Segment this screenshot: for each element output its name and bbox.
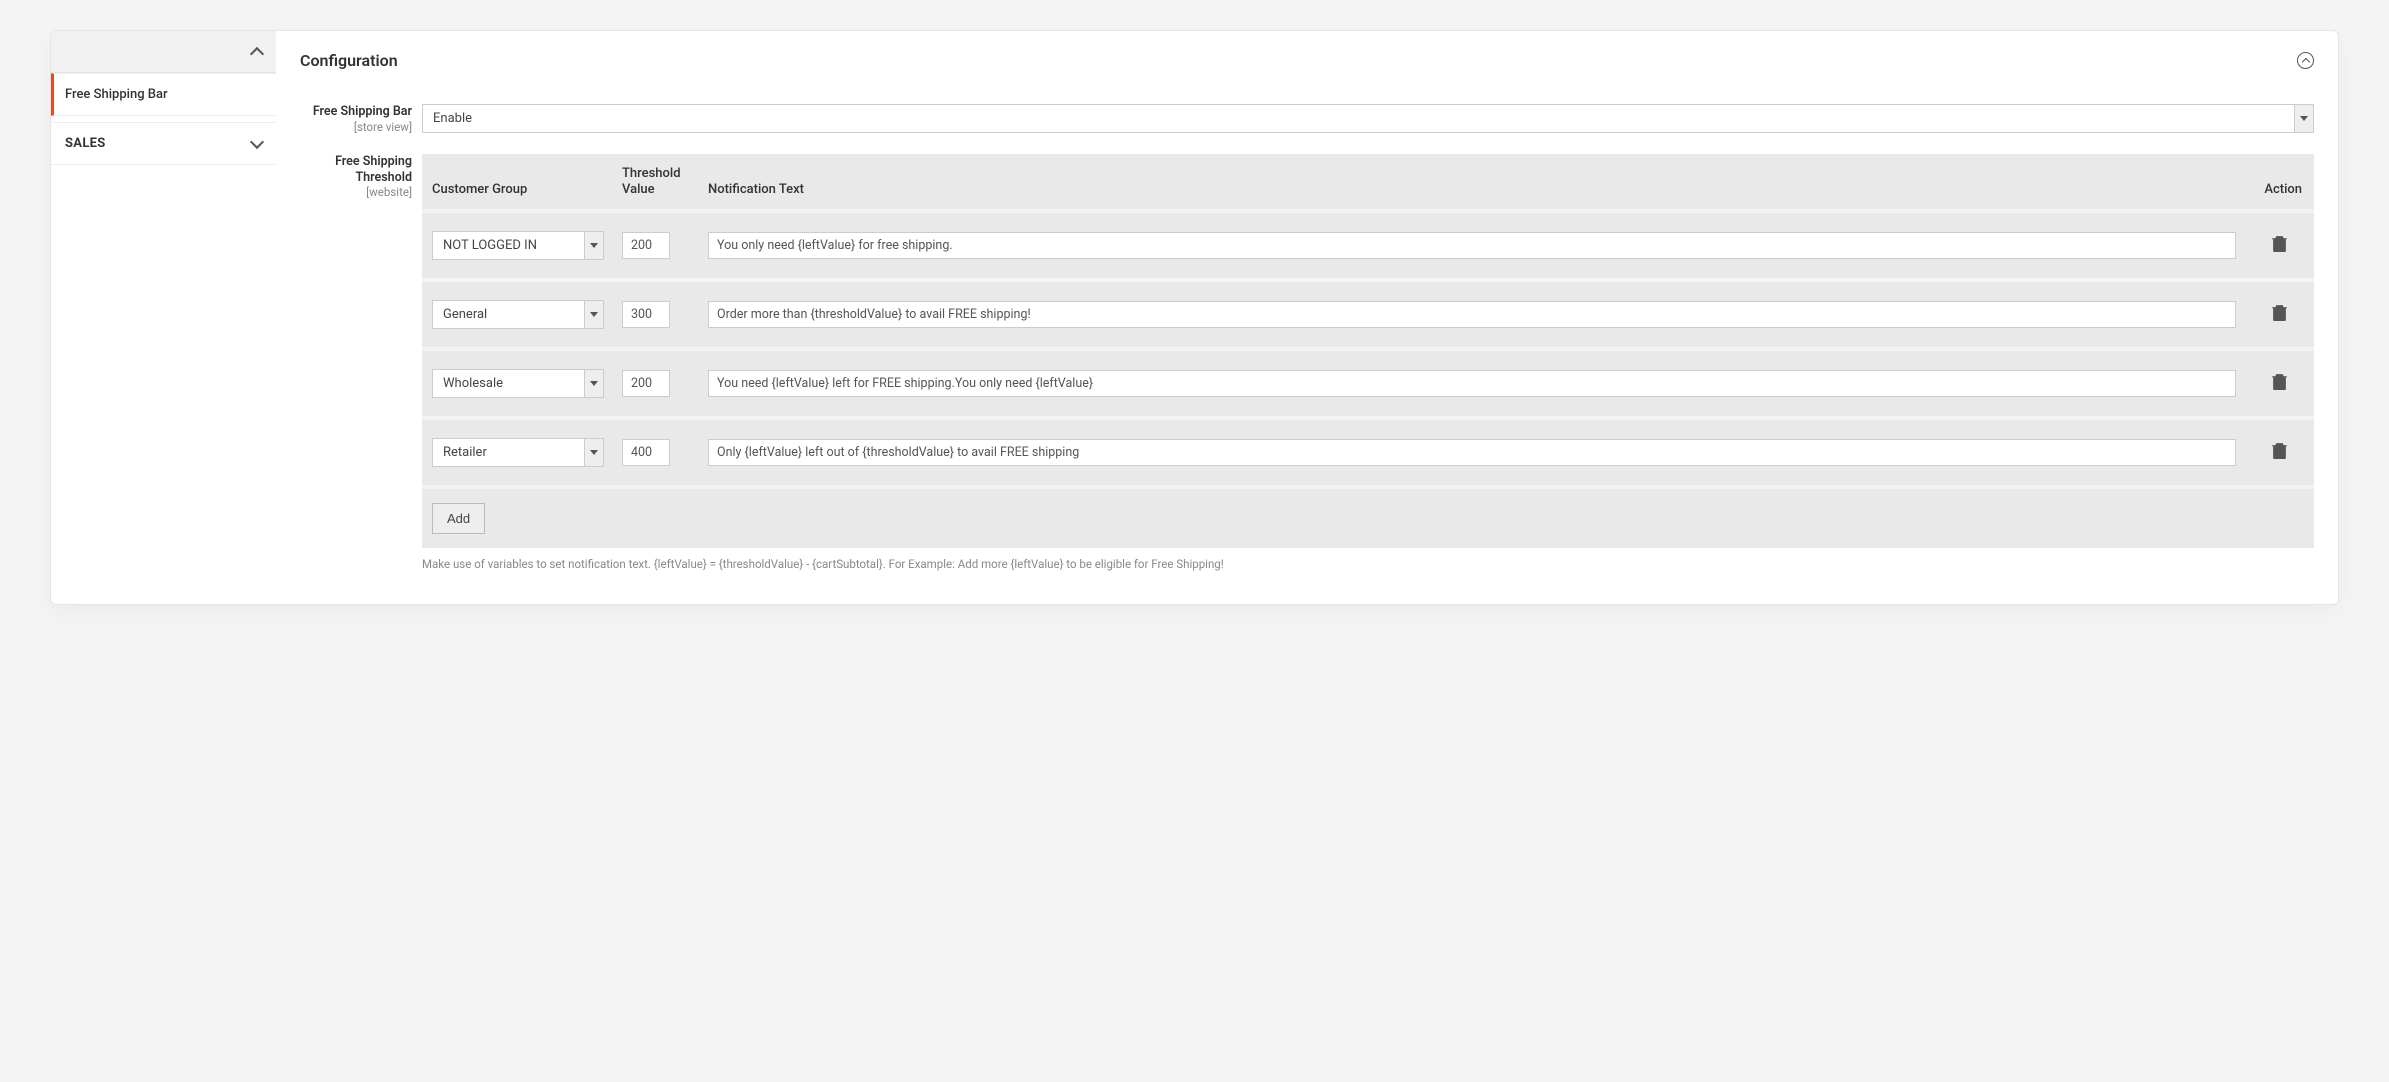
table-row: Retailer [422, 416, 2314, 485]
delete-row-button[interactable] [2272, 442, 2287, 463]
threshold-value-input[interactable] [622, 370, 670, 397]
col-header-text: Notification Text [682, 182, 2254, 198]
page-title: Configuration [300, 51, 398, 70]
table-header: Customer Group Threshold Value Notificat… [422, 154, 2314, 209]
sidebar-item-sales[interactable]: SALES [51, 122, 276, 165]
delete-row-button[interactable] [2272, 373, 2287, 394]
field-label: Free Shipping Threshold [website] [300, 154, 422, 572]
col-header-group: Customer Group [432, 182, 622, 198]
chevron-down-icon [584, 369, 604, 398]
table-row: General [422, 278, 2314, 347]
notification-text-input[interactable] [708, 232, 2236, 259]
add-button[interactable]: Add [432, 503, 485, 534]
col-header-action: Action [2254, 182, 2304, 198]
sidebar-item-label: SALES [65, 136, 106, 151]
chevron-down-icon [2294, 104, 2314, 133]
collapse-section-button[interactable] [2297, 52, 2314, 69]
notification-text-input[interactable] [708, 439, 2236, 466]
chevron-down-icon [584, 438, 604, 467]
table-row: Wholesale [422, 347, 2314, 416]
help-text: Make use of variables to set notificatio… [422, 556, 2314, 572]
table-row: NOT LOGGED IN [422, 209, 2314, 278]
customer-group-select[interactable]: General [432, 300, 604, 329]
trash-icon [2272, 304, 2287, 321]
notification-text-input[interactable] [708, 370, 2236, 397]
field-free-shipping-bar: Free Shipping Bar [store view] Enable [300, 104, 2314, 134]
field-label: Free Shipping Bar [store view] [300, 104, 422, 134]
field-free-shipping-threshold: Free Shipping Threshold [website] Custom… [300, 154, 2314, 572]
sidebar-item-label: Free Shipping Bar [65, 87, 168, 102]
sidebar-item-free-shipping-bar[interactable]: Free Shipping Bar [51, 73, 276, 116]
sidebar: Free Shipping Bar SALES [51, 31, 276, 604]
customer-group-select[interactable]: Retailer [432, 438, 604, 467]
table-footer: Add [422, 485, 2314, 548]
trash-icon [2272, 442, 2287, 459]
select-value: Enable [422, 104, 2294, 133]
section-header: Configuration [300, 51, 2314, 70]
chevron-down-icon [250, 134, 264, 148]
customer-group-select[interactable]: NOT LOGGED IN [432, 231, 604, 260]
chevron-up-icon [250, 46, 264, 60]
threshold-table: Customer Group Threshold Value Notificat… [422, 154, 2314, 548]
trash-icon [2272, 373, 2287, 390]
threshold-value-input[interactable] [622, 232, 670, 259]
config-panel: Free Shipping Bar SALES Configuration Fr… [50, 30, 2339, 605]
threshold-value-input[interactable] [622, 439, 670, 466]
chevron-down-icon [584, 300, 604, 329]
delete-row-button[interactable] [2272, 304, 2287, 325]
trash-icon [2272, 235, 2287, 252]
chevron-up-icon [2301, 58, 2309, 66]
threshold-value-input[interactable] [622, 301, 670, 328]
notification-text-input[interactable] [708, 301, 2236, 328]
sidebar-collapse-header[interactable] [51, 31, 276, 73]
customer-group-select[interactable]: Wholesale [432, 369, 604, 398]
free-shipping-bar-select[interactable]: Enable [422, 104, 2314, 133]
main-content: Configuration Free Shipping Bar [store v… [276, 31, 2338, 604]
chevron-down-icon [584, 231, 604, 260]
col-header-value: Threshold Value [622, 166, 682, 197]
delete-row-button[interactable] [2272, 235, 2287, 256]
